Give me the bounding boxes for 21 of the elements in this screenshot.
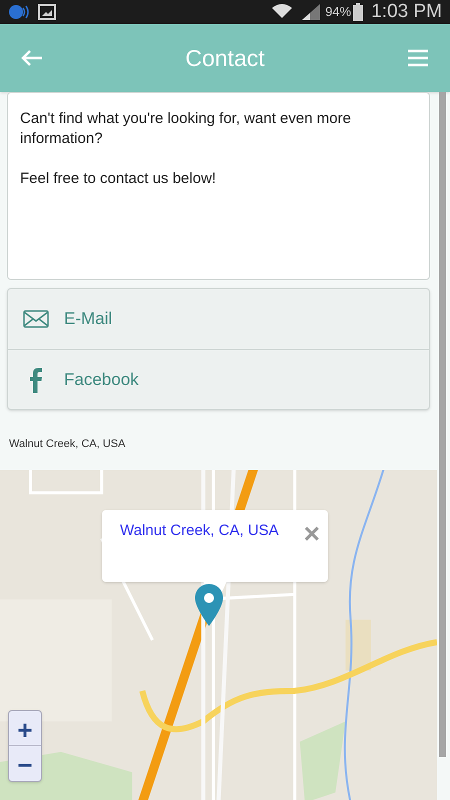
screen-title: Contact: [184, 44, 266, 73]
zoom-out-button[interactable]: −: [9, 746, 41, 781]
map-pin-icon: [195, 584, 223, 626]
contact-link[interactable]: E-Mail: [8, 289, 429, 349]
battery-icon: [353, 3, 364, 21]
menu-icon: [407, 49, 429, 67]
popup-title: Walnut Creek, CA, USA: [120, 521, 279, 541]
image-icon: [38, 4, 56, 20]
back-arrow-icon: [21, 49, 43, 67]
signal-icon: [301, 3, 322, 21]
intro-paragraph: Feel free to contact us below!: [20, 169, 217, 189]
intro-paragraph: Can't find what you're looking for, want even more information?: [20, 109, 352, 149]
envelope-icon: [23, 310, 49, 328]
shield-icon: [8, 4, 30, 20]
facebook-icon: [29, 366, 43, 392]
contact-link[interactable]: Facebook: [8, 349, 429, 409]
zoom-in-button[interactable]: +: [9, 711, 41, 746]
close-button[interactable]: ×: [304, 520, 320, 548]
battery-percentage: 94%: [325, 3, 352, 22]
location-text: Walnut Creek, CA, USA: [8, 437, 126, 452]
clock-time: 1:03 PM: [371, 0, 442, 24]
